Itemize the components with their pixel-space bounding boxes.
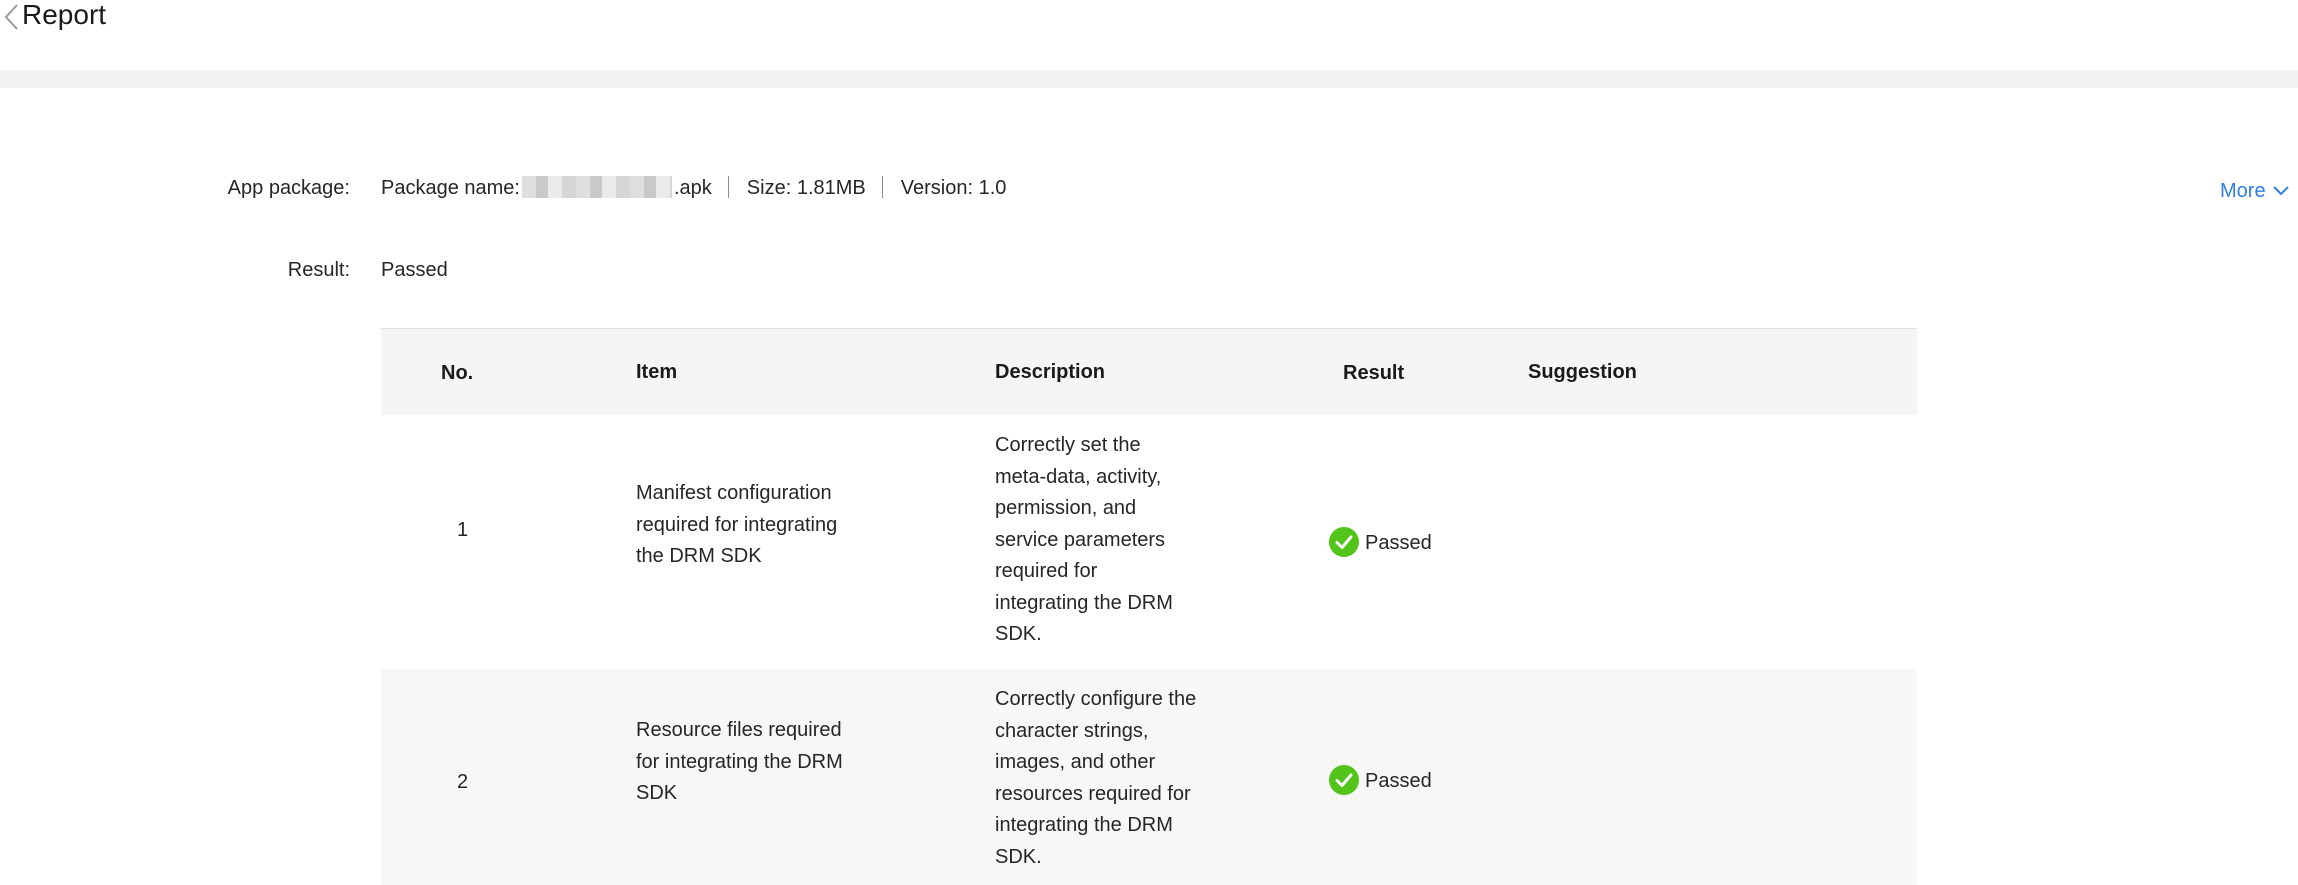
chevron-down-icon — [2272, 179, 2290, 196]
row-number: 1 — [457, 519, 469, 541]
row-description: Correctly configure the character string… — [995, 688, 1197, 868]
row-result: Passed — [1329, 765, 1432, 795]
row-result-label: Passed — [1365, 532, 1432, 554]
chevron-left-icon[interactable] — [2, 3, 22, 31]
table-header: No. Item Description Result Suggestion — [381, 328, 1917, 415]
column-header-item: Item — [636, 361, 678, 383]
header-divider — [0, 70, 2298, 88]
result-label: Result: — [287, 259, 350, 281]
package-name-prefix: Package name: — [381, 177, 520, 199]
check-items-table: No. Item Description Result Suggestion 1… — [381, 328, 1917, 885]
table-row: 1 Manifest configuration required for in… — [381, 415, 1917, 669]
row-description: Correctly set the meta-data, activity, p… — [995, 434, 1173, 645]
separator — [881, 176, 883, 198]
row-item: Resource files required for integrating … — [636, 719, 843, 804]
check-circle-icon — [1329, 527, 1359, 557]
more-toggle[interactable]: More — [2220, 179, 2290, 203]
more-label: More — [2220, 180, 2266, 202]
check-circle-icon — [1329, 765, 1359, 795]
app-package-label: App package: — [227, 177, 350, 199]
app-package-value: Package name: .apk Size: 1.81MB Version: 1.… — [381, 176, 1006, 200]
page-header: Report — [0, 0, 2298, 70]
column-header-result: Result — [1343, 362, 1405, 384]
row-result-label: Passed — [1365, 770, 1432, 792]
result-value: Passed — [381, 259, 448, 281]
page-title: Report — [22, 0, 107, 30]
column-header-no: No. — [441, 362, 474, 384]
row-number: 2 — [457, 771, 469, 793]
row-item: Manifest configuration required for inte… — [636, 482, 838, 567]
column-header-description: Description — [995, 361, 1106, 383]
redacted-package-name — [521, 176, 672, 198]
package-name-suffix: .apk — [673, 177, 712, 199]
column-header-suggestion: Suggestion — [1528, 361, 1637, 383]
table-row: 2 Resource files required for integratin… — [381, 669, 1917, 885]
package-version: Version: 1.0 — [900, 177, 1007, 199]
row-result: Passed — [1329, 527, 1432, 557]
separator — [727, 176, 729, 198]
package-size: Size: 1.81MB — [746, 177, 866, 199]
